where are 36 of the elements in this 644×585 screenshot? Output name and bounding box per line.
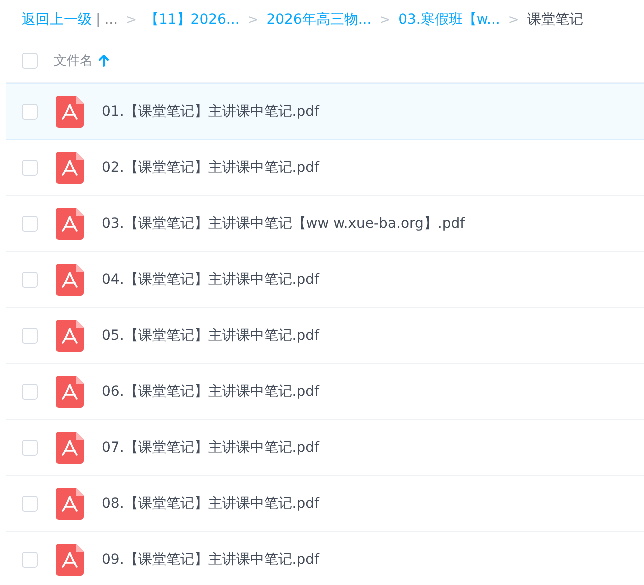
row-checkbox[interactable] [22,384,38,400]
pdf-file-icon [56,376,84,408]
separator-text: > [380,12,391,28]
file-name: 02.【课堂笔记】主讲课中笔记.pdf [102,158,320,176]
row-checkbox[interactable] [22,160,38,176]
file-name: 07.【课堂笔记】主讲课中笔记.pdf [102,438,320,456]
pdf-file-icon [56,208,84,240]
separator-text: > [248,12,259,28]
row-checkbox[interactable] [22,552,38,568]
file-name: 05.【课堂笔记】主讲课中笔记.pdf [102,326,320,344]
breadcrumb-link[interactable]: ... [104,12,118,28]
file-name: 03.【课堂笔记】主讲课中笔记【ww w.xue-ba.org】.pdf [102,214,466,232]
file-name: 01.【课堂笔记】主讲课中笔记.pdf [102,102,320,120]
select-all-checkbox[interactable] [22,53,38,69]
separator-text: > [508,12,520,28]
row-checkbox[interactable] [22,272,38,288]
file-name: 04.【课堂笔记】主讲课中笔记.pdf [102,270,320,288]
pdf-file-icon [56,264,84,296]
separator-text: > [126,12,137,28]
row-checkbox[interactable] [22,104,38,120]
divider-text: | [96,12,101,28]
file-name: 08.【课堂笔记】主讲课中笔记.pdf [102,494,320,512]
pdf-file-icon [56,488,84,520]
file-name: 09.【课堂笔记】主讲课中笔记.pdf [102,550,320,568]
row-checkbox[interactable] [22,496,38,512]
row-checkbox[interactable] [22,440,38,456]
current-folder-text: 课堂笔记 [527,11,584,29]
file-name: 06.【课堂笔记】主讲课中笔记.pdf [102,382,320,400]
pdf-file-icon [56,96,84,128]
row-checkbox[interactable] [22,328,38,344]
file-row[interactable]: 01.【课堂笔记】主讲课中笔记.pdf [6,83,644,140]
pdf-file-icon [56,320,84,352]
pdf-file-icon [56,432,84,464]
pdf-file-icon [56,152,84,184]
row-checkbox[interactable] [22,216,38,232]
pdf-file-icon [56,544,84,576]
